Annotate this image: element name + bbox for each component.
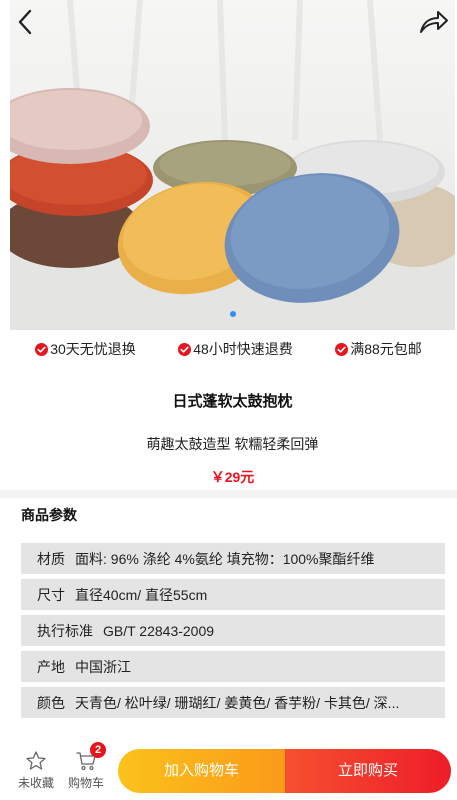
chevron-left-icon bbox=[18, 9, 32, 35]
back-button[interactable] bbox=[12, 8, 40, 36]
guarantee-item: 30天无忧退换 bbox=[35, 339, 136, 359]
carousel-dot-active[interactable] bbox=[229, 311, 236, 317]
share-arrow-icon bbox=[420, 11, 448, 33]
param-label: 执行标准 bbox=[37, 622, 93, 639]
guarantee-label: 满88元包邮 bbox=[350, 341, 422, 357]
share-button[interactable] bbox=[417, 8, 449, 36]
guarantee-item: 满88元包邮 bbox=[335, 339, 422, 359]
param-value: GB/T 22843-2009 bbox=[103, 622, 215, 639]
param-row: 产地 中国浙江 bbox=[21, 651, 445, 682]
param-value: 天青色/ 松叶绿/ 珊瑚红/ 姜黄色/ 香芋粉/ 卡其色/ 深... bbox=[75, 694, 400, 711]
product-info: 日式蓬软太鼓抱枕 萌趣太鼓造型 软糯轻柔回弹 ￥29元 bbox=[10, 372, 455, 490]
guarantee-label: 48小时快速退费 bbox=[193, 341, 293, 357]
check-circle-icon bbox=[335, 342, 349, 356]
check-circle-icon bbox=[35, 342, 49, 356]
favorite-button[interactable]: 未收藏 bbox=[12, 742, 60, 800]
param-label: 尺寸 bbox=[37, 586, 65, 603]
param-row: 材质 面料: 96% 涤纶 4%氨纶 填充物：100%聚酯纤维 bbox=[21, 543, 445, 574]
params-heading: 商品参数 bbox=[21, 507, 77, 523]
star-icon bbox=[26, 751, 46, 770]
carousel-indicator bbox=[10, 304, 455, 322]
cart-label: 购物车 bbox=[67, 776, 104, 790]
product-subtitle: 萌趣太鼓造型 软糯轻柔回弹 bbox=[146, 436, 319, 452]
param-value: 直径40cm/ 直径55cm bbox=[75, 586, 208, 603]
param-value: 中国浙江 bbox=[75, 658, 131, 675]
param-row: 执行标准 GB/T 22843-2009 bbox=[21, 615, 445, 646]
cart-button[interactable]: 购物车 2 bbox=[62, 742, 110, 800]
check-circle-icon bbox=[178, 342, 192, 356]
product-photo bbox=[10, 0, 455, 330]
param-row: 尺寸 直径40cm/ 直径55cm bbox=[21, 579, 445, 610]
param-label: 材质 bbox=[37, 550, 65, 567]
param-label: 产地 bbox=[37, 658, 65, 675]
guarantee-item: 48小时快速退费 bbox=[178, 339, 293, 359]
section-divider bbox=[0, 490, 457, 498]
guarantee-label: 30天无忧退换 bbox=[50, 341, 136, 357]
cart-count-badge: 2 bbox=[90, 742, 106, 758]
buy-now-button[interactable]: 立即购买 bbox=[285, 749, 451, 793]
service-guarantees: 30天无忧退换 48小时快速退费 满88元包邮 bbox=[0, 333, 457, 365]
product-title: 日式蓬软太鼓抱枕 bbox=[172, 393, 293, 410]
product-price: ￥29元 bbox=[210, 469, 255, 485]
param-label: 颜色 bbox=[37, 694, 65, 711]
top-nav bbox=[0, 0, 457, 44]
bottom-action-bar: 未收藏 购物车 2 加入购物车 立即购买 bbox=[0, 742, 457, 800]
param-value: 面料: 96% 涤纶 4%氨纶 填充物：100%聚酯纤维 bbox=[75, 550, 375, 567]
add-to-cart-button[interactable]: 加入购物车 bbox=[118, 749, 285, 793]
favorite-label: 未收藏 bbox=[17, 776, 54, 790]
product-image-carousel[interactable] bbox=[10, 0, 455, 330]
product-detail-page: 30天无忧退换 48小时快速退费 满88元包邮 日式蓬软太鼓抱枕 萌趣太鼓造型 … bbox=[0, 0, 457, 800]
param-row: 颜色 天青色/ 松叶绿/ 珊瑚红/ 姜黄色/ 香芋粉/ 卡其色/ 深... bbox=[21, 687, 445, 718]
params-list: 材质 面料: 96% 涤纶 4%氨纶 填充物：100%聚酯纤维 尺寸 直径40c… bbox=[21, 543, 445, 723]
